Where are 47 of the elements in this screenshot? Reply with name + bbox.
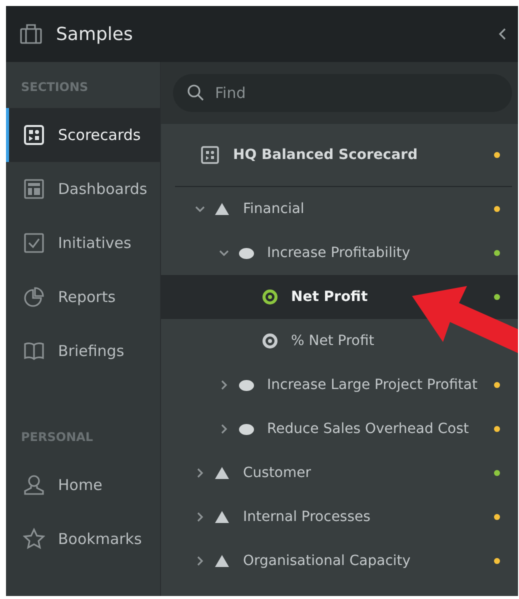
ellipse-icon bbox=[238, 248, 254, 258]
triangle-icon bbox=[215, 555, 229, 567]
triangle-icon bbox=[215, 467, 229, 479]
pie-chart-icon bbox=[23, 286, 45, 308]
tree-row[interactable]: Organisational Capacity bbox=[161, 539, 518, 583]
collapse-icon[interactable] bbox=[498, 28, 506, 40]
scorecard-title[interactable]: HQ Balanced Scorecard bbox=[233, 147, 480, 163]
sidebar-item[interactable]: Dashboards bbox=[6, 162, 160, 216]
scorecard-icon bbox=[201, 146, 219, 164]
ellipse-icon bbox=[238, 424, 254, 434]
section-heading: SECTIONS bbox=[20, 79, 90, 96]
sidebar-item[interactable]: Briefings bbox=[6, 324, 160, 378]
triangle-icon bbox=[215, 511, 229, 523]
book-icon bbox=[23, 340, 45, 362]
sidebar-item[interactable]: Bookmarks bbox=[6, 512, 160, 566]
star-icon bbox=[23, 528, 45, 550]
tree-row[interactable]: Financial bbox=[161, 187, 518, 231]
ring-icon bbox=[262, 289, 278, 305]
dashboard-icon bbox=[23, 178, 45, 200]
sidebar-item[interactable]: Home bbox=[6, 458, 160, 512]
chevron-icon[interactable] bbox=[219, 424, 229, 434]
scorecard-icon bbox=[23, 124, 45, 146]
chevron-icon[interactable] bbox=[195, 468, 205, 478]
person-icon bbox=[23, 474, 45, 496]
briefcase-icon bbox=[20, 24, 42, 44]
sidebar-item[interactable]: Reports bbox=[6, 270, 160, 324]
sidebar-item[interactable]: Scorecards bbox=[6, 108, 160, 162]
ring-icon bbox=[262, 333, 278, 349]
tree-row[interactable]: Internal Processes bbox=[161, 495, 518, 539]
checkbox-icon bbox=[23, 232, 45, 254]
chevron-icon[interactable] bbox=[195, 512, 205, 522]
ellipse-icon bbox=[238, 380, 254, 390]
tree-row[interactable]: Increase Profitability bbox=[161, 231, 518, 275]
chevron-icon[interactable] bbox=[219, 248, 229, 258]
triangle-icon bbox=[215, 203, 229, 215]
workspace-title: Samples bbox=[56, 24, 134, 44]
sidebar-item[interactable]: Initiatives bbox=[6, 216, 160, 270]
tree-row[interactable]: Reduce Sales Overhead Cost bbox=[161, 407, 518, 451]
search-icon bbox=[187, 84, 204, 101]
chevron-icon[interactable] bbox=[219, 380, 229, 390]
search-field[interactable]: Find bbox=[173, 74, 512, 112]
section-heading: PERSONAL bbox=[20, 429, 94, 446]
chevron-icon[interactable] bbox=[195, 556, 205, 566]
tree-row[interactable]: Increase Large Project Profitat bbox=[161, 363, 518, 407]
chevron-icon[interactable] bbox=[195, 204, 205, 214]
tree-row[interactable]: Net Profit bbox=[161, 275, 518, 319]
tree-row[interactable]: Customer bbox=[161, 451, 518, 495]
